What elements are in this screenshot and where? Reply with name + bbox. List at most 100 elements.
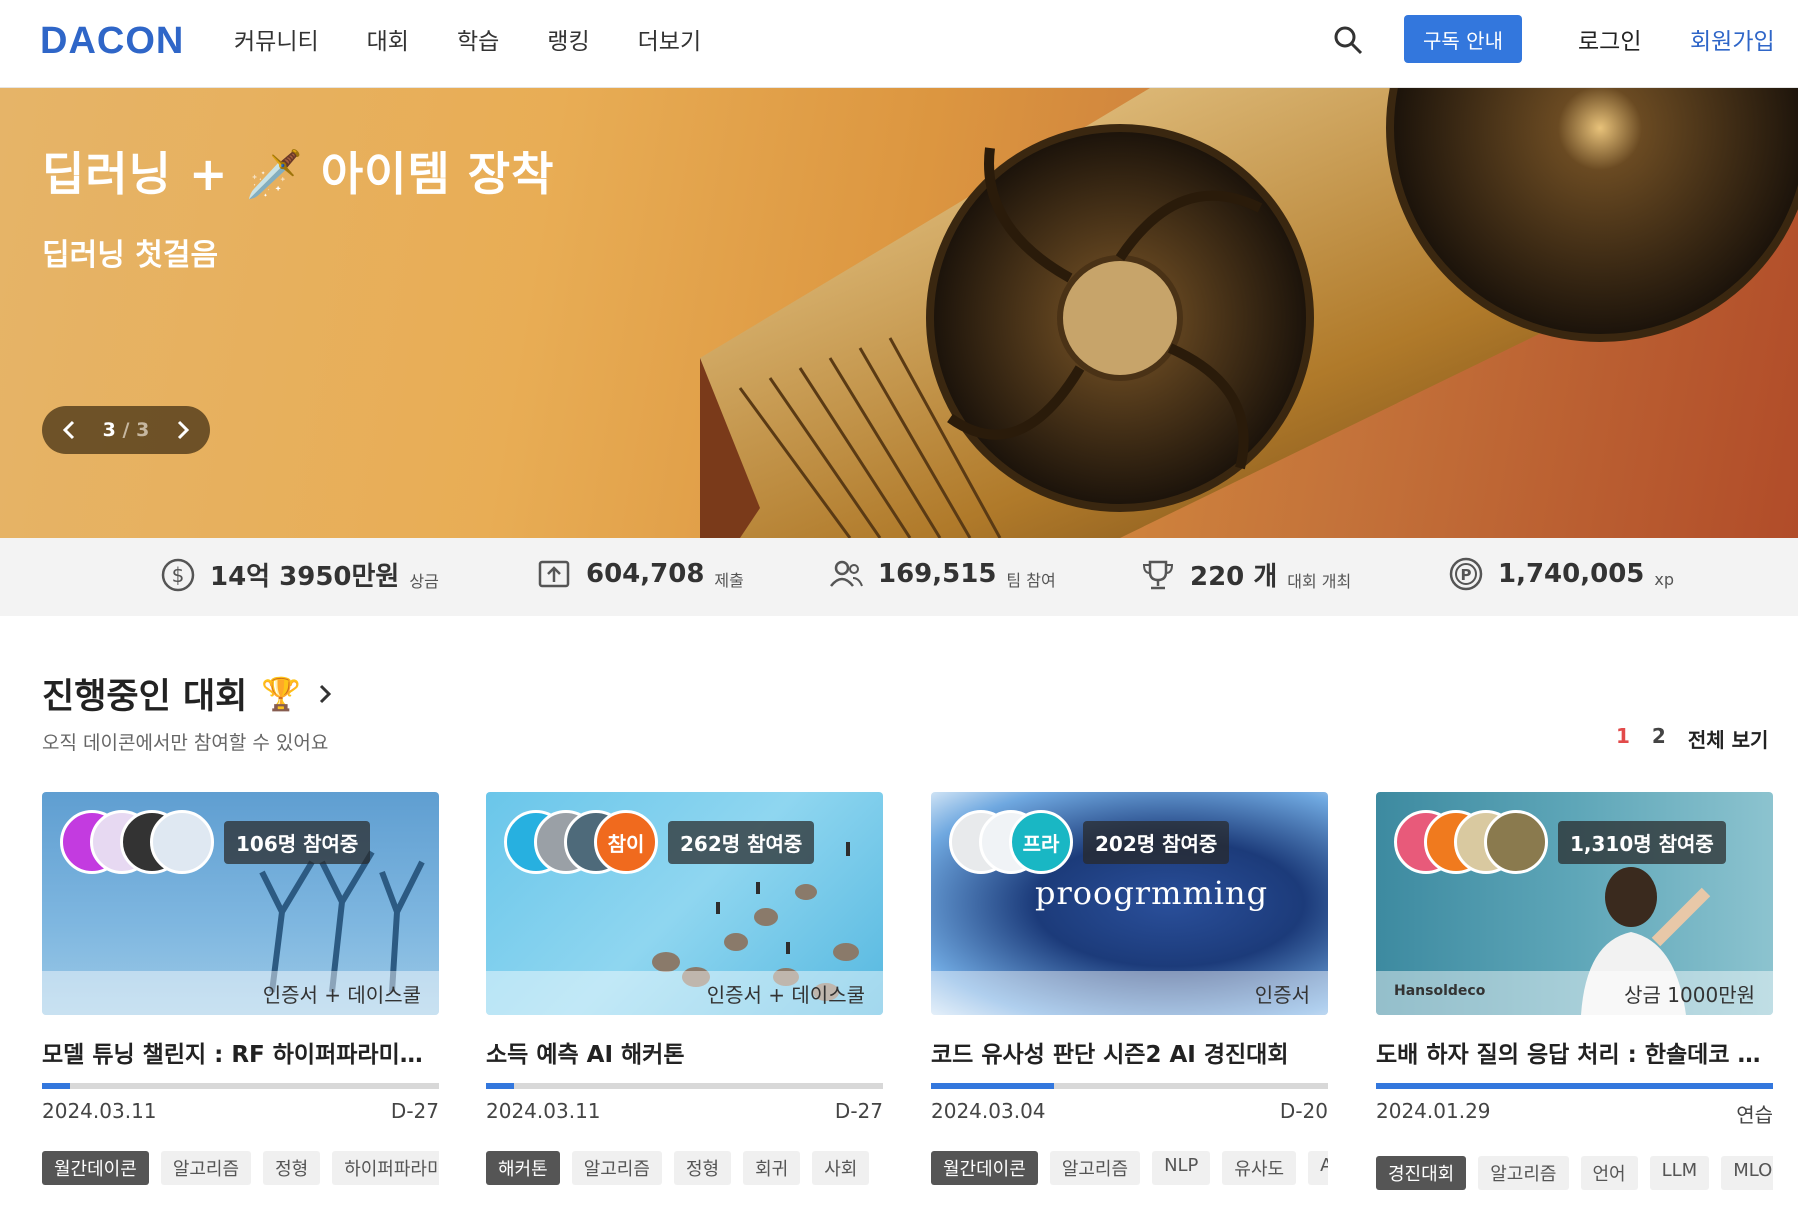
tag[interactable]: 알고리즘 <box>571 1151 662 1185</box>
hero-banner[interactable]: 딥러닝 + 🗡️ 아이템 장착 딥러닝 첫걸음 3 / 3 <box>0 88 1798 538</box>
card-meta: 2024.03.11 D-27 <box>42 1099 439 1123</box>
card-thumbnail[interactable]: 참이 262명 참여중 인증서 + 데이스쿨 <box>486 792 883 1015</box>
tag[interactable]: 사회 <box>812 1151 870 1185</box>
progress-bar <box>486 1083 883 1089</box>
progress-fill <box>931 1083 1055 1089</box>
card-tags: 월간데이콘 알고리즘 NLP 유사도 A <box>931 1151 1328 1185</box>
chevron-left-icon[interactable] <box>62 420 76 440</box>
nav-more[interactable]: 더보기 <box>638 22 701 56</box>
card-date: 2024.03.04 <box>931 1099 1046 1123</box>
login-link[interactable]: 로그인 <box>1578 22 1641 56</box>
svg-text:$: $ <box>172 563 185 587</box>
hero-pager: 3 / 3 <box>42 406 210 454</box>
pager-current: 3 <box>102 419 116 441</box>
tag[interactable]: 하이퍼파라미터 <box>332 1151 439 1185</box>
page-1-link[interactable]: 1 <box>1616 724 1630 753</box>
view-all-link[interactable]: 전체 보기 <box>1688 724 1769 753</box>
reward-label: 인증서 + 데이스쿨 <box>42 971 439 1015</box>
tag[interactable]: 월간데이콘 <box>931 1151 1038 1185</box>
pager-count: 3 / 3 <box>103 419 150 441</box>
card-date: 2024.03.11 <box>42 1099 157 1123</box>
tag[interactable]: 유사도 <box>1222 1151 1297 1185</box>
section-subtitle: 오직 데이콘에서만 참여할 수 있어요 <box>42 732 329 754</box>
card-title[interactable]: 소득 예측 AI 해커톤 <box>486 1035 883 1069</box>
card-dday: D-20 <box>1279 1099 1328 1123</box>
card-date: 2024.03.11 <box>486 1099 601 1123</box>
main-nav: 커뮤니티 대회 학습 랭킹 더보기 <box>234 22 749 56</box>
top-header: DACON 커뮤니티 대회 학습 랭킹 더보기 구독 안내 로그인 회원가입 <box>0 0 1798 88</box>
card-thumbnail[interactable]: 1,310명 참여중 Hansoldeco 상금 1000만원 <box>1376 792 1773 1015</box>
stat-unit: 상금 <box>409 571 439 591</box>
reward-text: 상금 1000만원 <box>1624 983 1755 1007</box>
nav-ranking[interactable]: 랭킹 <box>547 22 589 56</box>
card-dday: 연습 <box>1736 1103 1773 1127</box>
participant-count: 202명 참여중 <box>1083 820 1230 864</box>
stat-value: 1,740,005 <box>1498 559 1645 589</box>
subscribe-button[interactable]: 구독 안내 <box>1404 15 1522 63</box>
reward-label: 인증서 + 데이스쿨 <box>486 971 883 1015</box>
tag[interactable]: 월간데이콘 <box>42 1151 149 1185</box>
tag[interactable]: 정형 <box>263 1151 321 1185</box>
card-title[interactable]: 모델 튜닝 챌린지 : RF 하이퍼파라미터 최적화 <box>42 1035 439 1069</box>
progress-fill <box>486 1083 514 1089</box>
section-pagination: 1 2 전체 보기 <box>1616 724 1768 753</box>
tag[interactable]: 해커톤 <box>486 1151 560 1185</box>
chevron-right-icon[interactable] <box>317 683 333 705</box>
competition-card[interactable]: 참이 262명 참여중 인증서 + 데이스쿨 소득 예측 AI 해커톤 2024… <box>486 792 883 1185</box>
card-title[interactable]: 도배 하자 질의 응답 처리 : 한솔데코 시즌2 AI 경진대회 <box>1376 1035 1773 1069</box>
card-date: 2024.01.29 <box>1376 1099 1491 1123</box>
nav-learning[interactable]: 학습 <box>457 22 499 56</box>
programming-overlay: proogrmming <box>1035 874 1269 912</box>
team-icon <box>830 560 863 587</box>
card-meta: 2024.03.11 D-27 <box>486 1099 883 1123</box>
tag[interactable]: 알고리즘 <box>160 1151 252 1185</box>
nav-competition[interactable]: 대회 <box>367 22 409 56</box>
tag[interactable]: MLOps <box>1721 1156 1773 1190</box>
tag[interactable]: 경진대회 <box>1376 1156 1467 1190</box>
tag[interactable]: 언어 <box>1580 1156 1638 1190</box>
card-tags: 월간데이콘 알고리즘 정형 하이퍼파라미터 <box>42 1151 439 1185</box>
card-dday: D-27 <box>390 1099 439 1123</box>
tag[interactable]: 알고리즘 <box>1049 1151 1141 1185</box>
chevron-right-icon[interactable] <box>176 420 190 440</box>
section-title-text: 진행중인 대회 <box>42 677 248 717</box>
competition-card[interactable]: 106명 참여중 인증서 + 데이스쿨 모델 튜닝 챌린지 : RF 하이퍼파라… <box>42 792 439 1185</box>
competition-card[interactable]: proogrmming 프라 202명 참여중 인증서 코드 유사성 판단 시즌… <box>931 792 1328 1185</box>
section-title[interactable]: 진행중인 대회 🏆 <box>42 668 333 719</box>
progress-bar <box>42 1083 439 1089</box>
stat-unit: 대회 개최 <box>1287 571 1352 591</box>
tag[interactable]: 회귀 <box>743 1151 801 1185</box>
nav-community[interactable]: 커뮤니티 <box>234 22 319 56</box>
card-title[interactable]: 코드 유사성 판단 시즌2 AI 경진대회 <box>931 1035 1328 1069</box>
upload-icon <box>538 560 570 588</box>
signup-link[interactable]: 회원가입 <box>1690 22 1775 56</box>
search-icon[interactable] <box>1332 24 1364 56</box>
participant-count: 106명 참여중 <box>224 820 371 864</box>
tag[interactable]: 정형 <box>673 1151 732 1185</box>
dacon-logo[interactable]: DACON <box>40 20 184 63</box>
tag[interactable]: LLM <box>1649 1156 1710 1190</box>
stat-value: 604,708 <box>586 559 705 589</box>
pager-sep: / <box>122 419 130 441</box>
hansol-logo: Hansoldeco <box>1394 983 1486 999</box>
page-2-link[interactable]: 2 <box>1652 724 1666 753</box>
stat-value: 169,515 <box>878 559 997 589</box>
card-thumbnail[interactable]: 106명 참여중 인증서 + 데이스쿨 <box>42 792 439 1015</box>
tag[interactable]: A <box>1308 1151 1328 1185</box>
participants-badge: 106명 참여중 <box>60 810 371 874</box>
card-thumbnail[interactable]: proogrmming 프라 202명 참여중 인증서 <box>931 792 1328 1015</box>
avatar: 참이 <box>594 810 658 874</box>
avatar <box>1484 810 1548 874</box>
point-icon: P <box>1449 557 1483 591</box>
stat-xp: P 1,740,005 xp <box>1448 556 1674 592</box>
progress-bar <box>931 1083 1328 1089</box>
reward-label: 인증서 <box>931 971 1328 1015</box>
hero-title: 딥러닝 + 🗡️ 아이템 장착 <box>42 147 555 201</box>
tag[interactable]: NLP <box>1152 1151 1211 1185</box>
trophy-icon <box>1142 560 1174 589</box>
tag[interactable]: 알고리즘 <box>1478 1156 1569 1190</box>
competition-card[interactable]: 1,310명 참여중 Hansoldeco 상금 1000만원 도배 하자 질의… <box>1376 792 1773 1190</box>
progress-bar <box>1376 1083 1773 1089</box>
trophy-emoji-icon: 🏆 <box>261 674 302 713</box>
participants-badge: 참이 262명 참여중 <box>504 810 815 874</box>
